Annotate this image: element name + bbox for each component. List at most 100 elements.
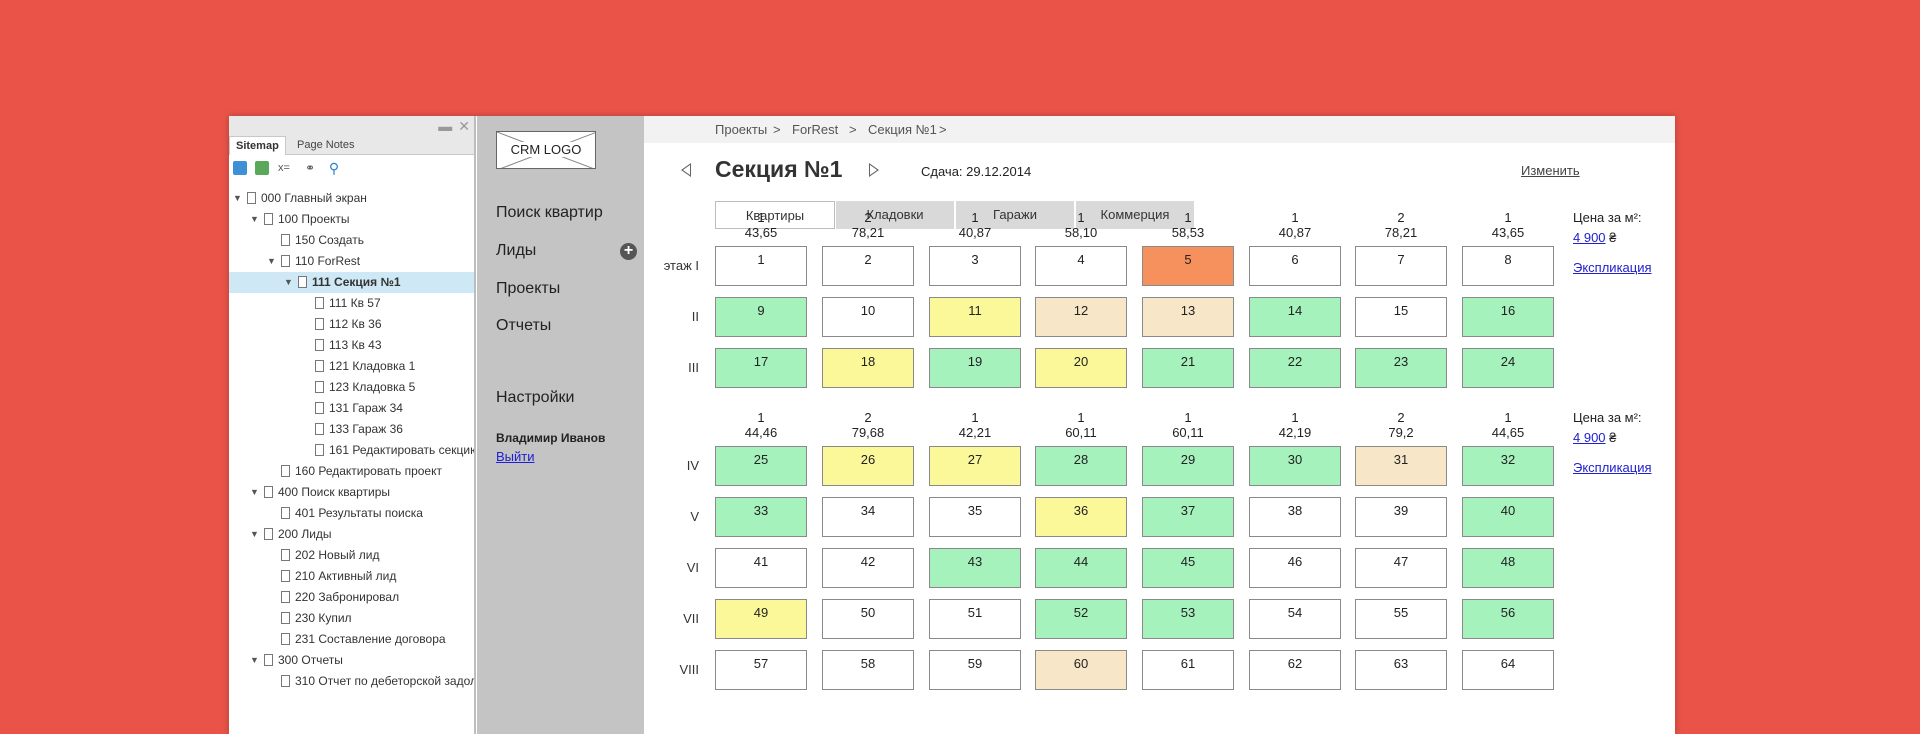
sitemap-node[interactable]: 113 Кв 43 <box>229 335 474 356</box>
apartment-cell[interactable]: 17 <box>715 348 807 388</box>
apartment-cell[interactable]: 57 <box>715 650 807 690</box>
apartment-cell[interactable]: 11 <box>929 297 1021 337</box>
expand-arrow-icon[interactable]: ▼ <box>250 650 259 671</box>
add-page-icon[interactable] <box>233 161 247 175</box>
sitemap-node[interactable]: 202 Новый лид <box>229 545 474 566</box>
sitemap-node[interactable]: 310 Отчет по дебеторской задолженности <box>229 671 474 692</box>
sitemap-node[interactable]: 111 Кв 57 <box>229 293 474 314</box>
apartment-cell[interactable]: 63 <box>1355 650 1447 690</box>
sitemap-node[interactable]: ▼ 400 Поиск квартиры <box>229 482 474 503</box>
apartment-cell[interactable]: 23 <box>1355 348 1447 388</box>
apartment-cell[interactable]: 49 <box>715 599 807 639</box>
sitemap-node[interactable]: ▼ 200 Лиды <box>229 524 474 545</box>
minimize-icon[interactable]: ▬ <box>438 118 452 134</box>
apartment-cell[interactable]: 21 <box>1142 348 1234 388</box>
apartment-cell[interactable]: 7 <box>1355 246 1447 286</box>
apartment-cell[interactable]: 25 <box>715 446 807 486</box>
sitemap-node[interactable]: ▼ 000 Главный экран <box>229 188 474 209</box>
apartment-cell[interactable]: 44 <box>1035 548 1127 588</box>
apartment-cell[interactable]: 58 <box>822 650 914 690</box>
sitemap-node[interactable]: 121 Кладовка 1 <box>229 356 474 377</box>
nav-projects[interactable]: Проекты <box>496 280 560 298</box>
price-value[interactable]: 4 900 ₴ <box>1573 230 1616 245</box>
expand-arrow-icon[interactable]: ▼ <box>250 482 259 503</box>
prev-section-icon[interactable] <box>681 163 691 177</box>
apartment-cell[interactable]: 16 <box>1462 297 1554 337</box>
breadcrumb-forrest[interactable]: ForRest <box>792 116 838 143</box>
apartment-cell[interactable]: 41 <box>715 548 807 588</box>
sitemap-node[interactable]: 161 Редактировать секцию <box>229 440 474 461</box>
apartment-cell[interactable]: 64 <box>1462 650 1554 690</box>
apartment-cell[interactable]: 52 <box>1035 599 1127 639</box>
apartment-cell[interactable]: 47 <box>1355 548 1447 588</box>
apartment-cell[interactable]: 32 <box>1462 446 1554 486</box>
next-section-icon[interactable] <box>869 163 879 177</box>
explication-link[interactable]: Экспликация <box>1573 260 1652 275</box>
sitemap-node[interactable]: 220 Забронировал <box>229 587 474 608</box>
tab-page-notes[interactable]: Page Notes <box>291 136 360 154</box>
nav-reports[interactable]: Отчеты <box>496 317 551 335</box>
breadcrumb-projects[interactable]: Проекты <box>715 116 767 143</box>
sitemap-node[interactable]: 231 Составление договора <box>229 629 474 650</box>
apartment-cell[interactable]: 19 <box>929 348 1021 388</box>
search-icon[interactable]: ⚲ <box>327 161 341 175</box>
expand-arrow-icon[interactable]: ▼ <box>250 524 259 545</box>
price-amount[interactable]: 4 900 <box>1573 430 1606 445</box>
tab-sitemap[interactable]: Sitemap <box>229 136 286 155</box>
apartment-cell[interactable]: 54 <box>1249 599 1341 639</box>
apartment-cell[interactable]: 48 <box>1462 548 1554 588</box>
expand-arrow-icon[interactable]: ▼ <box>233 188 242 209</box>
apartment-cell[interactable]: 37 <box>1142 497 1234 537</box>
apartment-cell[interactable]: 60 <box>1035 650 1127 690</box>
sitemap-node[interactable]: 131 Гараж 34 <box>229 398 474 419</box>
sitemap-node[interactable]: ▼ 300 Отчеты <box>229 650 474 671</box>
apartment-cell[interactable]: 6 <box>1249 246 1341 286</box>
sitemap-node[interactable]: 112 Кв 36 <box>229 314 474 335</box>
nav-leads[interactable]: Лиды <box>496 242 536 260</box>
sitemap-node[interactable]: 230 Купил <box>229 608 474 629</box>
apartment-cell[interactable]: 18 <box>822 348 914 388</box>
apartment-cell[interactable]: 43 <box>929 548 1021 588</box>
sitemap-node[interactable]: 123 Кладовка 5 <box>229 377 474 398</box>
apartment-cell[interactable]: 2 <box>822 246 914 286</box>
expand-arrow-icon[interactable]: ▼ <box>284 272 293 293</box>
apartment-cell[interactable]: 39 <box>1355 497 1447 537</box>
apartment-cell[interactable]: 26 <box>822 446 914 486</box>
close-icon[interactable]: ✕ <box>458 118 470 134</box>
apartment-cell[interactable]: 15 <box>1355 297 1447 337</box>
apartment-cell[interactable]: 55 <box>1355 599 1447 639</box>
price-value[interactable]: 4 900 ₴ <box>1573 430 1616 445</box>
apartment-cell[interactable]: 24 <box>1462 348 1554 388</box>
apartment-cell[interactable]: 31 <box>1355 446 1447 486</box>
link-icon[interactable]: ⚭ <box>303 161 317 175</box>
add-folder-icon[interactable] <box>255 161 269 175</box>
apartment-cell[interactable]: 22 <box>1249 348 1341 388</box>
apartment-cell[interactable]: 42 <box>822 548 914 588</box>
apartment-cell[interactable]: 13 <box>1142 297 1234 337</box>
apartment-cell[interactable]: 4 <box>1035 246 1127 286</box>
sitemap-node[interactable]: 401 Результаты поиска <box>229 503 474 524</box>
apartment-cell[interactable]: 29 <box>1142 446 1234 486</box>
apartment-cell[interactable]: 34 <box>822 497 914 537</box>
apartment-cell[interactable]: 20 <box>1035 348 1127 388</box>
sitemap-node[interactable]: 133 Гараж 36 <box>229 419 474 440</box>
apartment-cell[interactable]: 59 <box>929 650 1021 690</box>
sitemap-node[interactable]: 160 Редактировать проект <box>229 461 474 482</box>
apartment-cell[interactable]: 14 <box>1249 297 1341 337</box>
apartment-cell[interactable]: 53 <box>1142 599 1234 639</box>
apartment-cell[interactable]: 35 <box>929 497 1021 537</box>
expand-arrow-icon[interactable]: ▼ <box>267 251 276 272</box>
apartment-cell[interactable]: 10 <box>822 297 914 337</box>
sitemap-node[interactable]: ▼ 110 ForRest <box>229 251 474 272</box>
expand-arrow-icon[interactable]: ▼ <box>250 209 259 230</box>
apartment-cell[interactable]: 36 <box>1035 497 1127 537</box>
apartment-cell[interactable]: 40 <box>1462 497 1554 537</box>
nav-settings[interactable]: Настройки <box>496 389 574 407</box>
apartment-cell[interactable]: 33 <box>715 497 807 537</box>
apartment-cell[interactable]: 62 <box>1249 650 1341 690</box>
apartment-cell[interactable]: 30 <box>1249 446 1341 486</box>
edit-link[interactable]: Изменить <box>1521 163 1580 178</box>
apartment-cell[interactable]: 8 <box>1462 246 1554 286</box>
logout-link[interactable]: Выйти <box>496 449 535 464</box>
apartment-cell[interactable]: 27 <box>929 446 1021 486</box>
